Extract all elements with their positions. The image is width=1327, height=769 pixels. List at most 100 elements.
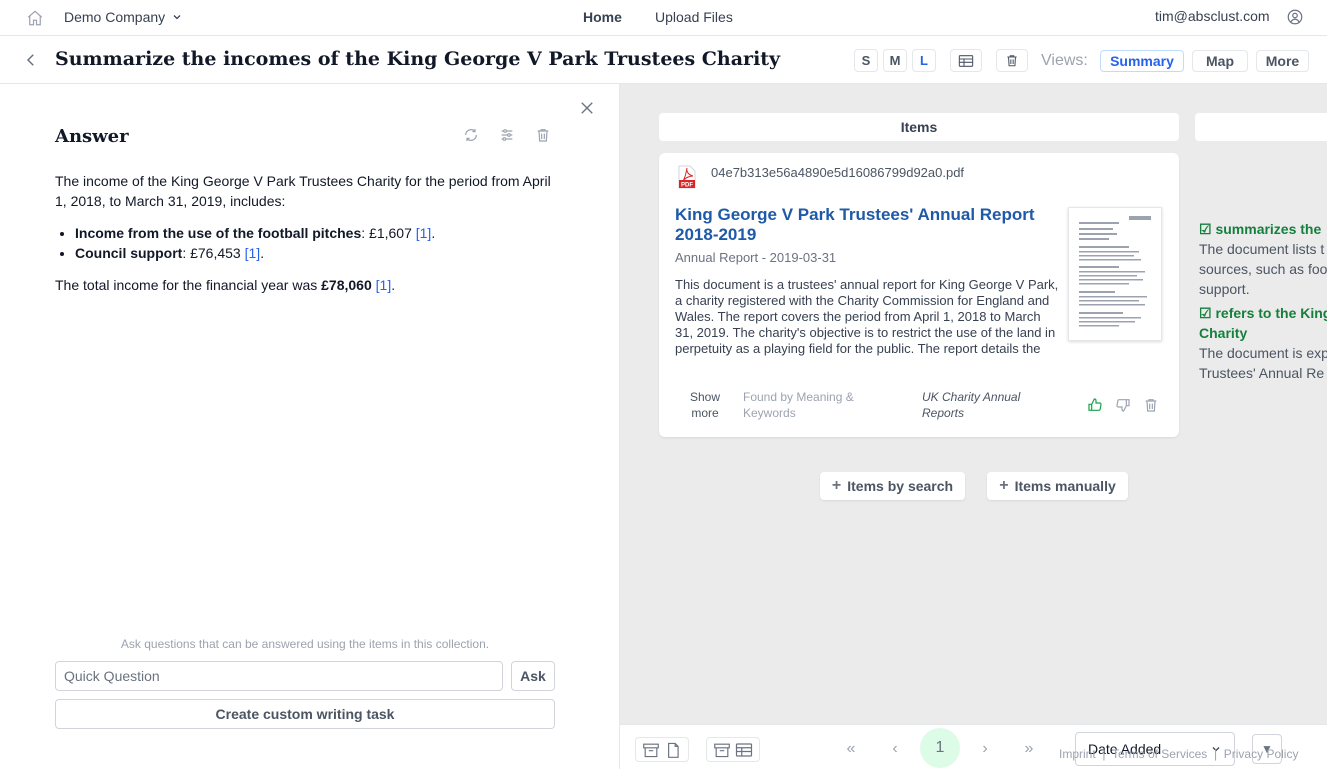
view-more-button[interactable]: More — [1256, 50, 1309, 72]
criterion-title: ☑ refers to the King — [1199, 303, 1327, 323]
citation-link[interactable]: [1] — [376, 277, 392, 293]
answer-list-item: Income from the use of the football pitc… — [75, 223, 555, 243]
item-card[interactable]: PDF 04e7b313e56a4890e5d16086799d92a0.pdf… — [659, 153, 1179, 437]
trash-icon[interactable] — [535, 127, 551, 143]
nav-home-link[interactable]: Home — [583, 9, 622, 25]
size-small-button[interactable]: S — [854, 49, 878, 72]
criterion-title-text: summarizes the — [1215, 221, 1322, 237]
citation-link[interactable]: [1] — [416, 225, 432, 241]
criterion-title: ☑ summarizes the — [1199, 219, 1327, 239]
criterion-title-text: refers to the King — [1215, 305, 1327, 321]
item-type-toggle-group — [635, 737, 689, 762]
answer-panel: Answer The income of the King George V P… — [0, 84, 620, 769]
thumbs-up-icon[interactable] — [1087, 397, 1103, 413]
table-view-button[interactable] — [950, 49, 982, 72]
item-collection: UK Charity Annual Reports — [922, 390, 1021, 420]
user-email[interactable]: tim@absclust.com — [1155, 8, 1270, 24]
answer-item-value: : £1,607 — [361, 225, 416, 241]
delete-collection-button[interactable] — [996, 49, 1028, 72]
criterion-desc-line: The document lists t — [1199, 241, 1325, 257]
nav-upload-files-link[interactable]: Upload Files — [655, 9, 733, 25]
criterion-desc-line: Trustees' Annual Re — [1199, 365, 1325, 381]
item-thumbnail[interactable] — [1068, 207, 1162, 341]
archive-box-icon[interactable] — [642, 742, 660, 758]
show-more-button[interactable]: Show more — [689, 389, 721, 421]
view-summary-button[interactable]: Summary — [1100, 50, 1184, 72]
archive-box-icon[interactable] — [713, 742, 731, 758]
footer-separator: | — [1102, 747, 1106, 761]
pdf-file-icon: PDF — [678, 165, 696, 189]
size-large-button[interactable]: L — [912, 49, 936, 72]
home-icon[interactable] — [26, 9, 44, 27]
current-page[interactable]: 1 — [920, 728, 960, 768]
next-page-icon[interactable]: › — [975, 739, 995, 759]
item-title[interactable]: King George V Park Trustees' Annual Repo… — [675, 205, 1045, 245]
answer-body: The income of the King George V Park Tru… — [55, 171, 555, 295]
size-medium-button[interactable]: M — [883, 49, 907, 72]
criterion-title-line2: Charity — [1199, 325, 1248, 341]
collection-title-bar: Summarize the incomes of the King George… — [0, 36, 1327, 84]
answer-heading: Answer — [55, 126, 129, 147]
trash-icon — [1007, 55, 1017, 67]
document-preview-thumbnail — [1079, 216, 1151, 327]
answer-total-end: . — [391, 277, 396, 293]
items-panel: Items PDF 04e7b313e56a4890e5d16086799d92… — [620, 84, 1327, 769]
ask-button[interactable]: Ask — [511, 661, 555, 691]
answer-list: Income from the use of the football pitc… — [75, 223, 555, 263]
answer-total-prefix: The total income for the financial year … — [55, 277, 322, 293]
item-filename: 04e7b313e56a4890e5d16086799d92a0.pdf — [711, 165, 965, 180]
criterion-summarizes: ☑ summarizes the The document lists t so… — [1199, 219, 1327, 299]
answer-intro: The income of the King George V Park Tru… — [55, 173, 551, 209]
add-items-by-search-button[interactable]: + Items by search — [820, 472, 965, 500]
privacy-link[interactable]: Privacy Policy — [1224, 747, 1299, 761]
custom-writing-task-button[interactable]: Create custom writing task — [55, 699, 555, 729]
top-navigation-bar: Demo Company Home Upload Files tim@abscl… — [0, 0, 1327, 36]
imprint-link[interactable]: Imprint — [1059, 747, 1096, 761]
settings-sliders-icon[interactable] — [499, 127, 515, 143]
answer-list-item: Council support: £76,453 [1]. — [75, 243, 555, 263]
items-column-header: Items — [659, 113, 1179, 141]
found-by-label: Found by Meaning & Keywords — [743, 390, 854, 420]
quick-question-input[interactable] — [55, 661, 503, 691]
item-summary: This document is a trustees' annual repo… — [675, 277, 1059, 356]
layout-toggle-group — [706, 737, 760, 762]
terms-link[interactable]: Terms of Services — [1112, 747, 1207, 761]
company-name: Demo Company — [64, 9, 166, 25]
user-account-icon[interactable] — [1286, 8, 1304, 26]
add-items-manually-button[interactable]: + Items manually — [987, 472, 1128, 500]
plus-icon: + — [831, 477, 842, 494]
check-square-icon: ☑ — [1199, 305, 1212, 321]
footer-separator: | — [1213, 747, 1218, 761]
views-label: Views: — [1041, 52, 1088, 69]
table-icon — [958, 54, 974, 67]
close-icon[interactable] — [578, 99, 596, 117]
view-map-button[interactable]: Map — [1192, 50, 1248, 72]
check-square-icon: ☑ — [1199, 221, 1212, 237]
first-page-icon[interactable]: « — [841, 739, 861, 759]
last-page-icon[interactable]: » — [1019, 739, 1039, 759]
plus-icon: + — [999, 477, 1009, 494]
refresh-icon[interactable] — [463, 127, 479, 143]
answer-item-label: Council support — [75, 245, 183, 261]
answer-item-end: . — [260, 245, 265, 261]
criterion-desc-line: The document is exp — [1199, 345, 1327, 361]
thumbs-down-icon[interactable] — [1115, 397, 1131, 413]
chevron-down-icon — [173, 15, 181, 20]
page-title: Summarize the incomes of the King George… — [55, 48, 781, 70]
table-icon[interactable] — [735, 742, 753, 758]
answer-total-value: £78,060 — [321, 277, 372, 293]
criteria-column-header — [1195, 113, 1327, 141]
question-hint: Ask questions that can be answered using… — [120, 637, 490, 651]
add-items-by-search-label: Items by search — [847, 478, 954, 494]
answer-total: The total income for the financial year … — [55, 275, 555, 295]
document-icon[interactable] — [664, 742, 682, 758]
citation-link[interactable]: [1] — [245, 245, 261, 261]
footer-links: Imprint | Terms of Services | Privacy Po… — [1059, 747, 1298, 761]
criterion-desc-line: sources, such as foo — [1199, 261, 1327, 277]
svg-text:PDF: PDF — [681, 183, 693, 189]
back-arrow-icon[interactable] — [22, 51, 40, 69]
answer-item-value: : £76,453 — [182, 245, 245, 261]
trash-icon[interactable] — [1143, 397, 1159, 413]
company-selector[interactable]: Demo Company — [64, 9, 183, 25]
previous-page-icon[interactable]: ‹ — [885, 739, 905, 759]
